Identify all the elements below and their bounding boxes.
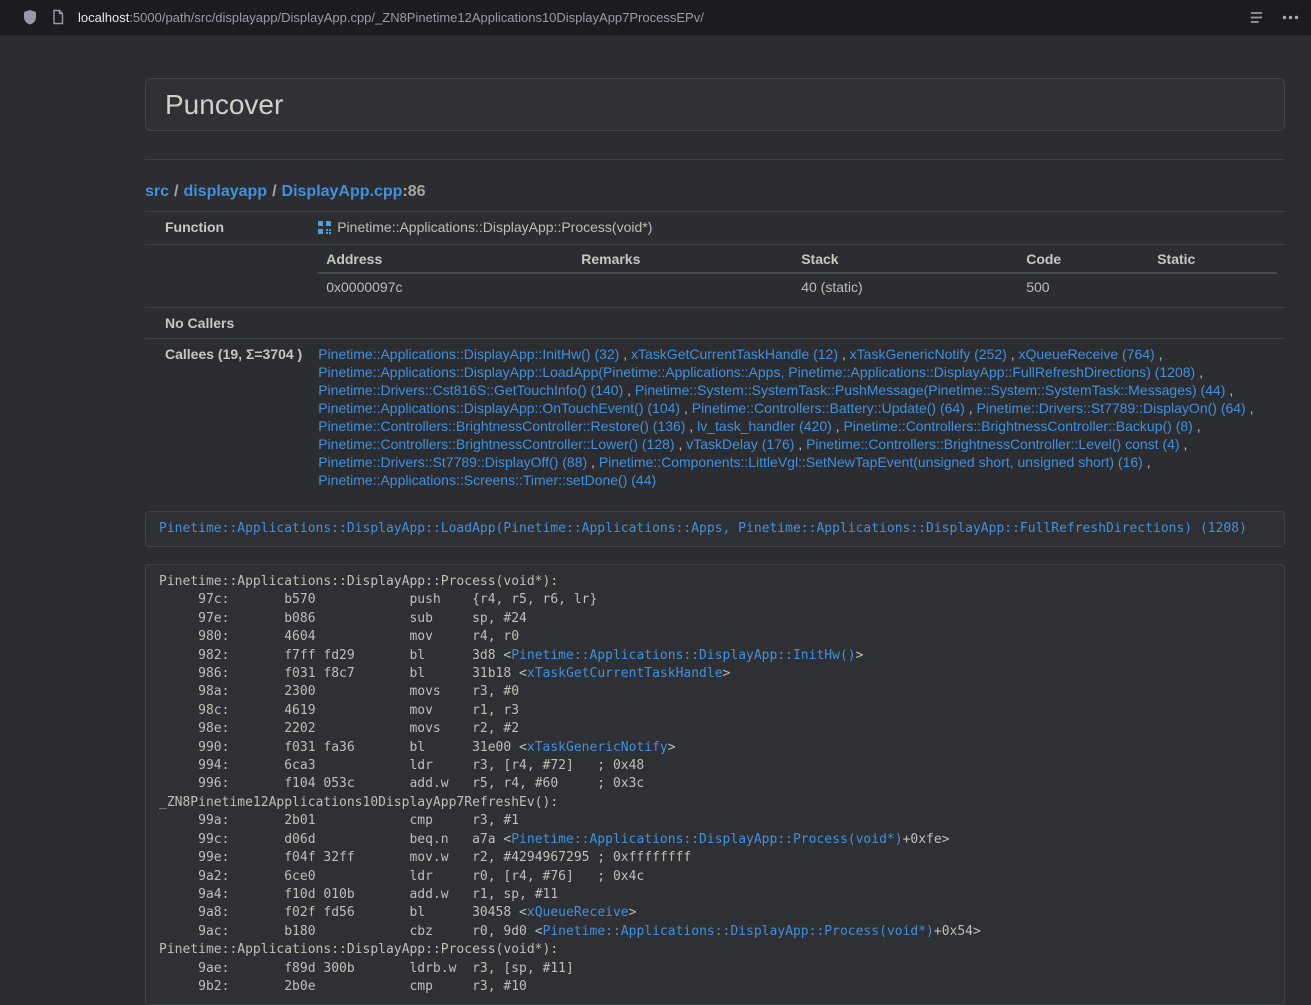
callee-separator: , [685,418,697,434]
overflow-menu-icon[interactable] [1282,15,1299,20]
no-callers-label: No Callers [145,308,310,339]
callee-link[interactable]: xTaskGenericNotify (252) [850,346,1007,362]
breadcrumb-link-src[interactable]: src [145,183,169,200]
breadcrumb-link-file[interactable]: DisplayApp.cpp [282,183,403,200]
callee-link[interactable]: vTaskDelay (176) [686,436,794,452]
breadcrumb-separator: / [272,183,276,200]
stats-header-address: Address [318,247,573,273]
highlight-box: Pinetime::Applications::DisplayApp::Load… [145,511,1285,547]
code-symbol-link[interactable]: Pinetime::Applications::DisplayApp::Init… [511,648,855,663]
callee-link[interactable]: Pinetime::Applications::DisplayApp::Init… [318,346,619,362]
callee-link[interactable]: Pinetime::Applications::Screens::Timer::… [318,472,656,488]
tracking-protection-shield-icon[interactable] [22,9,38,25]
stats-header-row: Address Remarks Stack Code Static [318,247,1277,273]
code-symbol-link[interactable]: Pinetime::Applications::DisplayApp::Proc… [511,832,902,847]
callee-separator: , [1143,454,1151,470]
stats-header-code: Code [1018,247,1149,273]
callee-link[interactable]: Pinetime::Controllers::Battery::Update()… [692,400,965,416]
code-symbol-link[interactable]: xTaskGenericNotify [527,740,668,755]
callee-link[interactable]: Pinetime::Controllers::BrightnessControl… [318,436,674,452]
callee-separator: , [675,436,687,452]
callee-separator: , [1225,382,1233,398]
callee-link[interactable]: xQueueReceive (764) [1019,346,1155,362]
stats-table: Address Remarks Stack Code Static 0x0000… [318,247,1277,301]
no-callers-cell [310,308,1285,339]
breadcrumb-line-number: :86 [402,183,425,200]
callee-separator: , [1193,418,1201,434]
content-container: Puncover src / displayapp / DisplayApp.cpp:8… [145,78,1285,1005]
stats-value-static [1149,273,1277,301]
code-symbol-link[interactable]: xQueueReceive [527,905,629,920]
callee-separator: , [1007,346,1019,362]
function-symbol: Pinetime::Applications::DisplayApp::Proc… [337,219,652,235]
callee-link[interactable]: xTaskGetCurrentTaskHandle (12) [631,346,838,362]
stats-row: Address Remarks Stack Code Static 0x0000… [145,245,1285,308]
stats-row-label [145,245,310,308]
callee-separator: , [623,382,635,398]
callee-link[interactable]: Pinetime::Drivers::St7789::DisplayOff() … [318,454,587,470]
stats-value-row: 0x0000097c 40 (static) 500 [318,273,1277,301]
url-host: localhost [78,10,129,25]
page-info-icon[interactable] [51,9,65,25]
stats-header-remarks: Remarks [573,247,793,273]
callee-separator: , [1180,436,1188,452]
no-callers-row: No Callers [145,308,1285,339]
callee-link[interactable]: Pinetime::Applications::DisplayApp::Load… [318,364,1195,380]
reader-mode-icon[interactable] [1249,10,1264,25]
callee-link[interactable]: lv_task_handler (420) [697,418,832,434]
breadcrumb: src / displayapp / DisplayApp.cpp:86 [145,182,1285,201]
callee-link[interactable]: Pinetime::Components::LittleVgl::SetNewT… [599,454,1143,470]
callee-separator: , [1155,346,1163,362]
code-symbol-link[interactable]: Pinetime::Applications::DisplayApp::Proc… [543,924,934,939]
callee-link[interactable]: Pinetime::Drivers::Cst816S::GetTouchInfo… [318,382,623,398]
callees-list: Pinetime::Applications::DisplayApp::Init… [310,339,1285,496]
breadcrumb-separator: / [174,183,178,200]
callee-link[interactable]: Pinetime::Controllers::BrightnessControl… [843,418,1192,434]
callee-separator: , [1246,400,1254,416]
callee-separator: , [587,454,599,470]
highlight-symbol-link[interactable]: Pinetime::Applications::DisplayApp::Load… [159,521,1247,536]
divider [145,159,1285,160]
code-symbol-link[interactable]: xTaskGetCurrentTaskHandle [527,666,723,681]
callee-separator: , [1195,364,1203,380]
function-detail-table: Function Pinetime::Applications::Display… [145,211,1285,495]
page-header: Puncover [145,78,1285,131]
callees-label: Callees (19, Σ=3704 ) [145,339,310,496]
stats-value-stack: 40 (static) [793,273,1018,301]
function-row: Function Pinetime::Applications::Display… [145,212,1285,245]
stats-header-stack: Stack [793,247,1018,273]
callee-separator: , [832,418,844,434]
callee-separator: , [838,346,850,362]
callee-separator: , [680,400,692,416]
callees-row: Callees (19, Σ=3704 ) Pinetime::Applicat… [145,339,1285,496]
callee-link[interactable]: Pinetime::System::SystemTask::PushMessag… [635,382,1226,398]
callee-separator: , [965,400,977,416]
stats-value-remarks [573,273,793,301]
callee-separator: , [619,346,631,362]
function-symbol-cell: Pinetime::Applications::DisplayApp::Proc… [310,212,1285,245]
stats-table-cell: Address Remarks Stack Code Static 0x0000… [310,245,1285,308]
callee-separator: , [794,436,806,452]
callee-link[interactable]: Pinetime::Applications::DisplayApp::OnTo… [318,400,680,416]
callee-link[interactable]: Pinetime::Controllers::BrightnessControl… [318,418,685,434]
stats-header-static: Static [1149,247,1277,273]
stats-value-address: 0x0000097c [318,273,573,301]
callee-link[interactable]: Pinetime::Controllers::BrightnessControl… [806,436,1179,452]
callee-link[interactable]: Pinetime::Drivers::St7789::DisplayOn() (… [977,400,1246,416]
page-title: Puncover [165,88,1265,121]
url-bar[interactable]: localhost:5000/path/src/displayapp/Displ… [78,10,1249,25]
url-path: :5000/path/src/displayapp/DisplayApp.cpp… [129,10,704,25]
disassembly: Pinetime::Applications::DisplayApp::Proc… [145,564,1285,1005]
browser-chrome: localhost:5000/path/src/displayapp/Displ… [0,0,1311,35]
function-icon [318,220,331,238]
function-label: Function [145,212,310,245]
breadcrumb-link-displayapp[interactable]: displayapp [183,183,267,200]
stats-value-code: 500 [1018,273,1149,301]
